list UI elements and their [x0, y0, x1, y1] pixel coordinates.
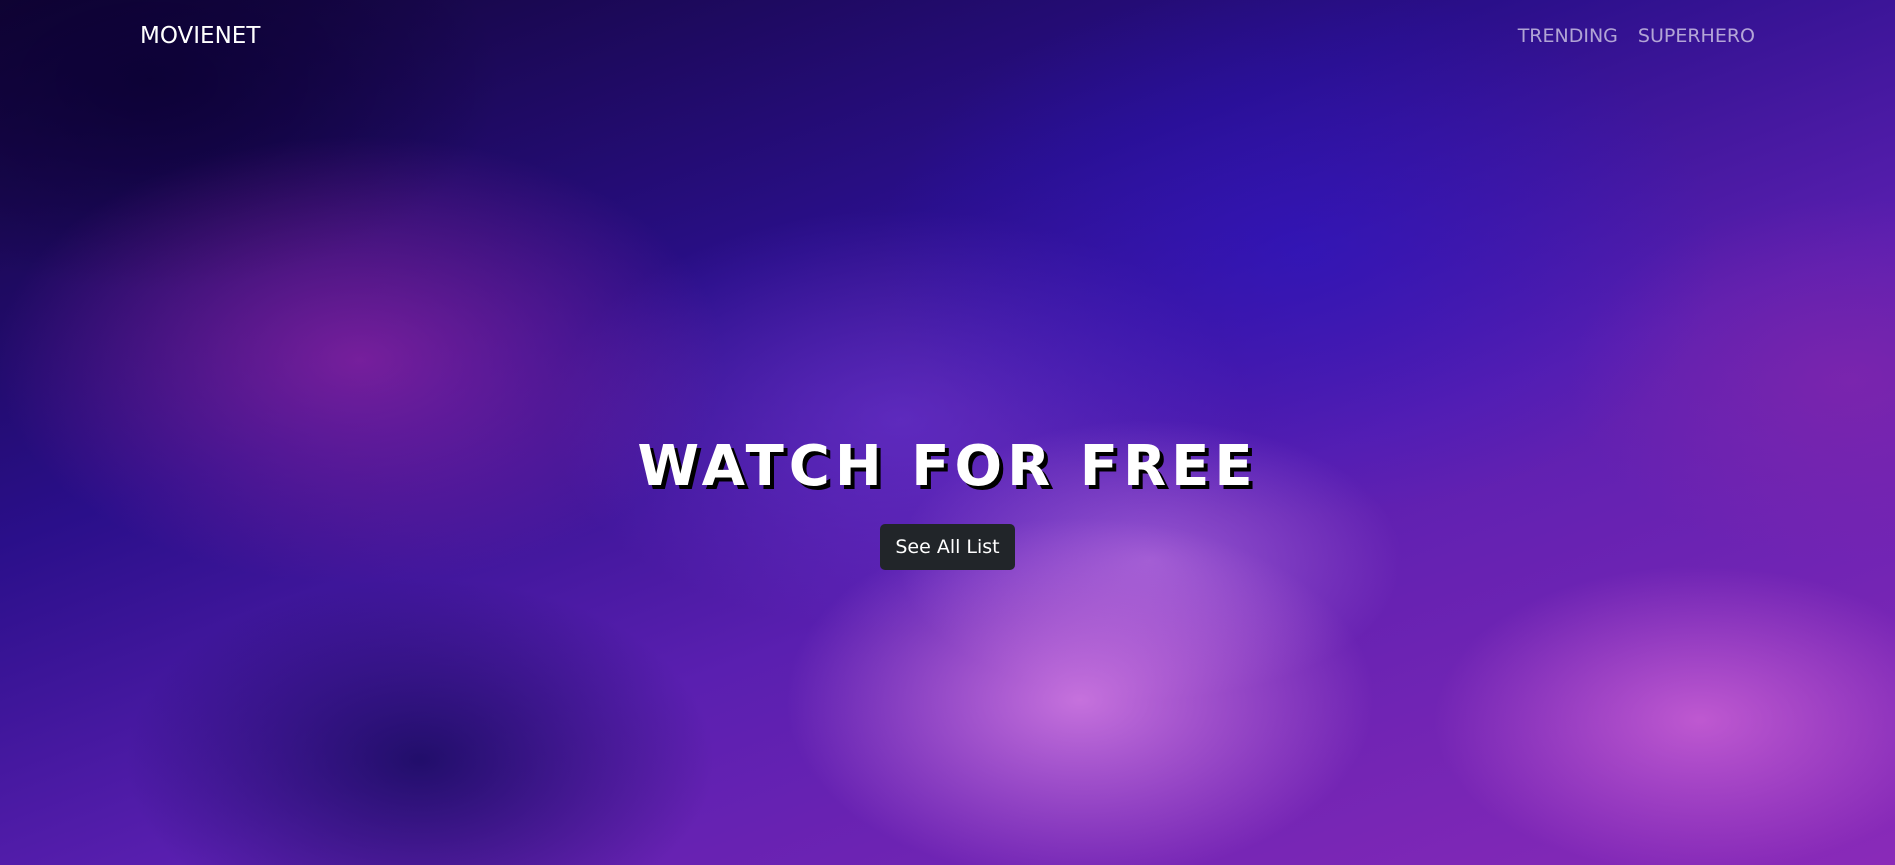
hero-headline: WATCH FOR FREE: [637, 434, 1258, 499]
hero-section: MOVIENET TRENDING SUPERHERO WATCH FOR FR…: [0, 0, 1895, 865]
nav-link-superhero[interactable]: SUPERHERO: [1638, 25, 1755, 47]
nav-link-trending[interactable]: TRENDING: [1518, 25, 1618, 47]
see-all-list-button[interactable]: See All List: [880, 524, 1015, 570]
brand-logo-link[interactable]: MOVIENET: [140, 23, 260, 49]
hero-content: WATCH FOR FREE See All List: [0, 432, 1895, 570]
navbar: MOVIENET TRENDING SUPERHERO: [140, 0, 1755, 72]
nav-links: TRENDING SUPERHERO: [1518, 25, 1755, 47]
